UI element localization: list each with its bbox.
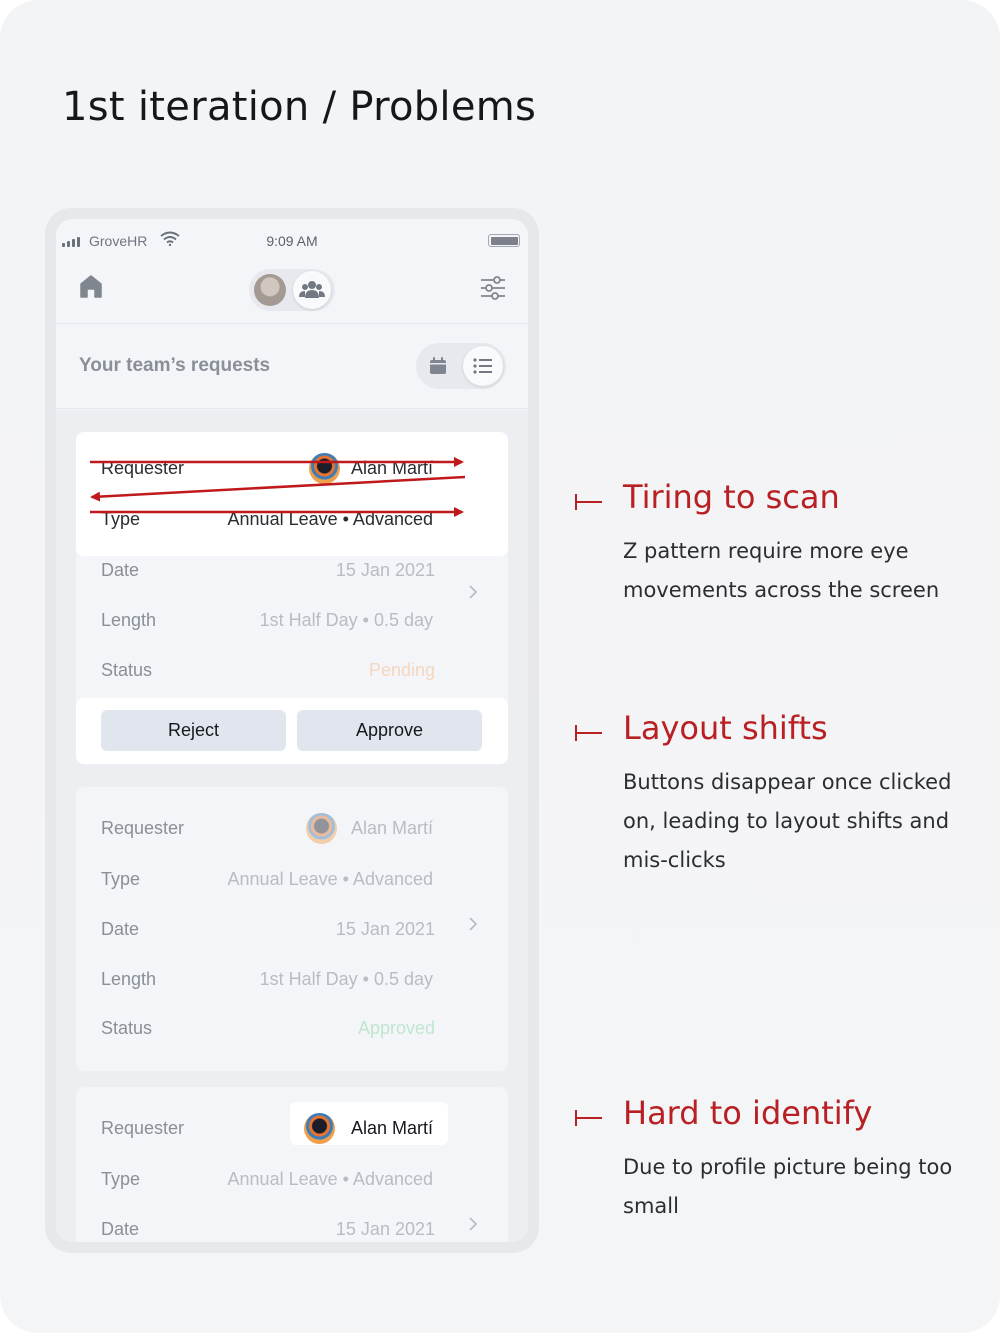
- list-icon: [473, 358, 492, 374]
- length-value: 1st Half Day • 0.5 day: [259, 610, 433, 630]
- action-bar: Reject Approve: [76, 698, 508, 764]
- date-row: Date 15 Jan 2021: [101, 558, 435, 584]
- requester-label: Requester: [101, 818, 185, 838]
- type-row: Type Annual Leave • Advanced: [101, 507, 433, 533]
- team-icon: [299, 281, 325, 298]
- date-row: Date 15 Jan 2021: [101, 917, 435, 943]
- annotation-title: Hard to identify: [623, 1094, 873, 1132]
- annotation-title: Tiring to scan: [623, 478, 840, 516]
- chevron-right-icon: [469, 585, 478, 599]
- annotation-body: Buttons disappear once clicked on, leadi…: [623, 770, 952, 872]
- date-value: 15 Jan 2021: [335, 919, 435, 939]
- type-label: Type: [101, 869, 141, 889]
- requester-row: Requester Alan Martí: [101, 453, 433, 484]
- my-avatar[interactable]: [254, 274, 286, 306]
- chevron-right-icon: [469, 1217, 478, 1231]
- length-label: Length: [101, 969, 157, 989]
- status-label: Status: [101, 660, 153, 680]
- annotation-marker-icon: [575, 1110, 603, 1126]
- status-row: Status Pending: [101, 658, 435, 684]
- highlight-requester-type: Requester Alan Martí Type Annual Leave •…: [76, 432, 508, 556]
- status-row: Status Approved: [101, 1016, 435, 1042]
- annotation-marker-icon: [575, 725, 603, 741]
- requester-value: Alan Martí: [350, 458, 433, 478]
- type-value: Annual Leave • Advanced: [227, 869, 433, 889]
- request-list: Requester Alan Martí Type Annual Leave •…: [56, 410, 528, 1242]
- team-button[interactable]: [293, 271, 331, 309]
- chevron-right-icon: [469, 917, 478, 931]
- status-bar: GroveHR 9:09 AM: [56, 219, 528, 259]
- top-nav: [56, 259, 528, 324]
- section-title: Your team’s requests: [79, 355, 271, 376]
- home-icon[interactable]: [78, 273, 104, 299]
- date-value: 15 Jan 2021: [335, 1219, 435, 1239]
- reject-button[interactable]: Reject: [101, 710, 286, 751]
- type-label: Type: [101, 509, 141, 529]
- status-badge: Approved: [357, 1018, 435, 1038]
- length-label: Length: [101, 610, 157, 630]
- length-row: Length 1st Half Day • 0.5 day: [101, 967, 433, 993]
- requester-row: Requester Alan Martí: [101, 813, 433, 844]
- requester-label: Requester: [101, 1118, 185, 1138]
- list-view-button[interactable]: [463, 346, 503, 386]
- length-row: Length 1st Half Day • 0.5 day: [101, 608, 433, 634]
- requester-label: Requester: [101, 458, 185, 478]
- status-label: Status: [101, 1018, 153, 1038]
- date-label: Date: [101, 1219, 140, 1239]
- date-label: Date: [101, 919, 140, 939]
- annotation-body: Z pattern require more eye movements acr…: [623, 539, 940, 602]
- date-row: Date 15 Jan 2021: [101, 1217, 435, 1242]
- requester-value: Alan Martí: [350, 1118, 433, 1138]
- request-card[interactable]: Requester Alan Martí Type Annual Leave •…: [76, 432, 508, 764]
- requester-avatar: [309, 453, 340, 484]
- date-value: 15 Jan 2021: [335, 560, 435, 580]
- phone-screen: GroveHR 9:09 AM Your team’s requests Req…: [56, 219, 528, 1242]
- list-header: Your team’s requests: [56, 325, 528, 409]
- type-row: Type Annual Leave • Advanced: [101, 867, 433, 893]
- annotation-marker-icon: [575, 494, 603, 510]
- requester-avatar: [306, 813, 337, 844]
- type-value: Annual Leave • Advanced: [227, 1169, 433, 1189]
- status-badge: Pending: [368, 660, 435, 680]
- type-label: Type: [101, 1169, 141, 1189]
- length-value: 1st Half Day • 0.5 day: [259, 969, 433, 989]
- phone-frame: GroveHR 9:09 AM Your team’s requests Req…: [45, 208, 539, 1253]
- requester-row: Requester Alan Martí: [101, 1102, 448, 1145]
- requester-value: Alan Martí: [350, 818, 433, 838]
- calendar-icon[interactable]: [428, 356, 448, 376]
- annotation-title: Layout shifts: [623, 709, 828, 747]
- requester-avatar: [304, 1113, 335, 1144]
- type-row: Type Annual Leave • Advanced: [101, 1167, 433, 1193]
- page-title: 1st iteration / Problems: [62, 84, 537, 130]
- date-label: Date: [101, 560, 140, 580]
- request-card[interactable]: Requester Alan Martí Type Annual Leave •…: [76, 1087, 508, 1242]
- type-value: Annual Leave • Advanced: [227, 509, 433, 529]
- request-card[interactable]: Requester Alan Martí Type Annual Leave •…: [76, 787, 508, 1071]
- sliders-icon[interactable]: [480, 275, 506, 301]
- view-mode-toggle[interactable]: [416, 343, 506, 389]
- view-scope-toggle[interactable]: [249, 269, 335, 311]
- approve-button[interactable]: Approve: [297, 710, 482, 751]
- annotation-body: Due to profile picture being too small: [623, 1155, 953, 1218]
- slide: 1st iteration / Problems GroveHR 9:09 AM: [0, 0, 1000, 1333]
- battery-icon: [488, 234, 520, 247]
- clock: 9:09 AM: [266, 233, 318, 249]
